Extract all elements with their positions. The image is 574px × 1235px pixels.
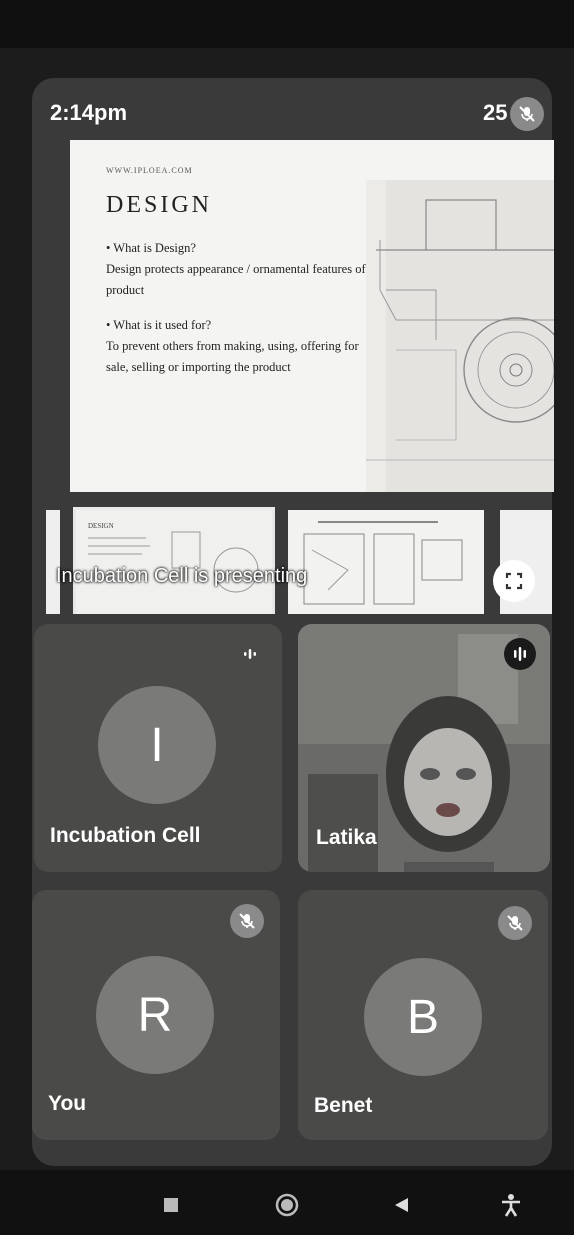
participant-tile[interactable]: I Incubation Cell [34,624,282,872]
slide-bullet-question: • What is Design? [106,241,196,255]
accessibility-icon[interactable] [496,1190,526,1220]
participant-tile[interactable]: R You [32,890,280,1140]
participant-name: Incubation Cell [50,824,201,847]
audio-level-icon [234,638,266,670]
slide-thumbnail[interactable] [288,510,484,614]
phone-top-bezel [0,0,574,48]
participant-name: You [48,1092,87,1115]
fullscreen-icon [505,572,523,590]
mic-off-icon[interactable] [510,97,544,131]
thumbnail-preview [288,510,484,614]
presenting-label: Incubation Cell is presenting [56,565,308,587]
avatar: R [96,956,214,1074]
audio-level-icon [504,638,536,670]
triangle-back-icon[interactable] [386,1190,416,1220]
slide-thumbnail-strip[interactable]: DESIGN [46,506,552,614]
participant-tile[interactable]: B Benet [298,890,548,1140]
square-stop-icon[interactable] [156,1190,186,1220]
presentation-slide[interactable]: WWW.IPLOEA.COM DESIGN • What is Design? D… [70,140,554,492]
slide-title: DESIGN [106,192,212,218]
slide-body: • What is Design? Design protects appeara… [106,238,376,392]
avatar: I [98,686,216,804]
participant-count: 25 [483,100,508,125]
participant-name: Latika [316,826,377,849]
truck-sketch-illustration [366,180,554,492]
fullscreen-button[interactable] [493,560,535,602]
mic-off-icon [230,904,264,938]
slide-bullet-answer: To prevent others from making, using, of… [106,339,359,374]
participant-name: Benet [314,1094,373,1117]
thumbnail-preview: DESIGN [76,510,272,614]
participant-tile-video[interactable]: Latika [298,624,550,872]
circle-home-icon[interactable] [272,1190,302,1220]
thumbnail-title: DESIGN [88,522,114,530]
slide-thumbnail-active[interactable]: DESIGN [73,507,275,614]
slide-bullet-answer: Design protects appearance / ornamental … [106,262,375,297]
slide-thumbnail[interactable] [46,510,60,614]
mic-off-icon [498,906,532,940]
slide-bullet-question: • What is it used for? [106,318,212,332]
slide-url: WWW.IPLOEA.COM [106,166,193,175]
avatar: B [364,958,482,1076]
status-time: 2:14pm [50,100,128,125]
